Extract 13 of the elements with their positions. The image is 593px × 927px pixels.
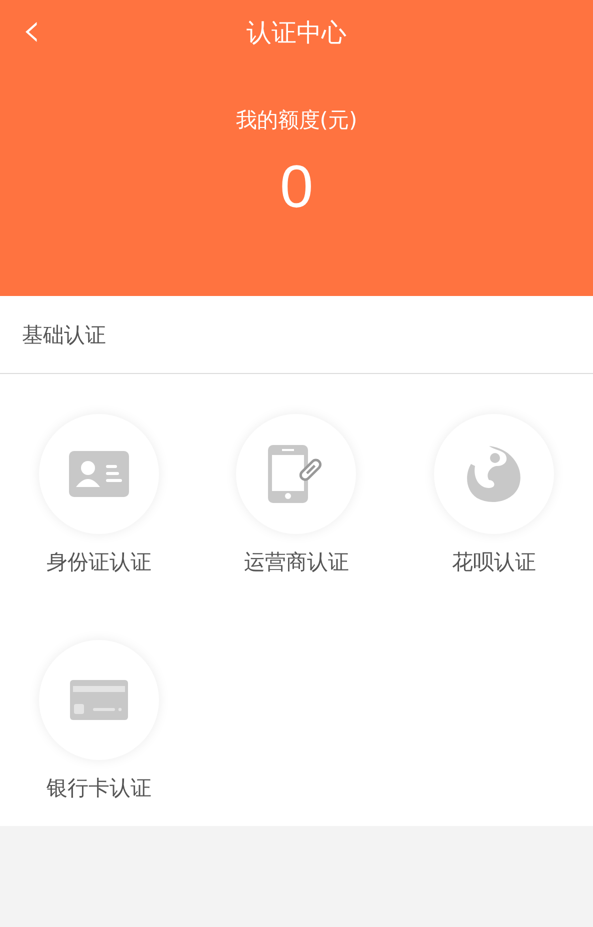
verify-label: 身份证认证 — [46, 549, 152, 576]
verify-label: 运营商认证 — [244, 549, 349, 576]
page-title: 认证中心 — [246, 16, 346, 48]
back-button[interactable]: ‹ — [14, 6, 50, 54]
section-title: 基础认证 — [22, 322, 106, 348]
quota-value: 0 — [280, 152, 314, 221]
phone-link-icon — [268, 445, 324, 503]
bank-card-icon — [70, 680, 128, 720]
swirl-icon — [465, 444, 524, 504]
quota-label: 我的额度(元) — [236, 107, 358, 134]
verify-label: 花呗认证 — [452, 549, 536, 576]
id-card-icon — [68, 451, 129, 497]
verify-label: 银行卡认证 — [46, 775, 152, 802]
